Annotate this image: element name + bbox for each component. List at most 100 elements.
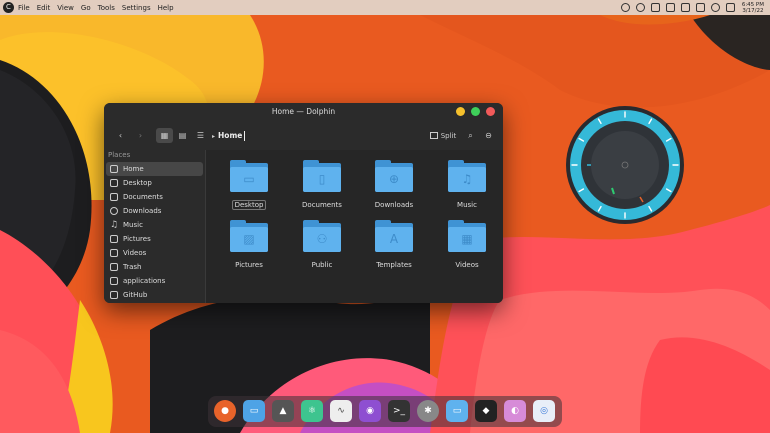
atom-icon[interactable]: ⚛: [301, 400, 323, 422]
clock-time: 6:45 PM: [741, 1, 764, 8]
folder-icon: ▭: [230, 160, 268, 192]
app-menu-logo-icon[interactable]: C: [3, 2, 14, 13]
color-picker-icon[interactable]: ◐: [504, 400, 526, 422]
sidebar-item-label: Downloads: [123, 207, 162, 215]
terminal-icon[interactable]: >_: [388, 400, 410, 422]
github-icon[interactable]: ◉: [359, 400, 381, 422]
folder-icon: ▨: [230, 220, 268, 252]
battery-icon[interactable]: [680, 3, 690, 12]
folder-label: Music: [457, 201, 477, 209]
menu-view[interactable]: View: [57, 4, 74, 12]
sidebar-item-music[interactable]: ♫ Music: [106, 218, 203, 232]
text-caret: [244, 131, 246, 141]
chromium-icon[interactable]: ◎: [533, 400, 555, 422]
info-icon[interactable]: [620, 3, 630, 12]
folder-icon: [110, 291, 118, 299]
more-icon: ⊖: [485, 131, 492, 140]
folder-public[interactable]: ⚇ Public: [291, 220, 353, 271]
back-button[interactable]: ‹: [112, 128, 129, 143]
window-titlebar[interactable]: Home — Dolphin: [104, 103, 503, 120]
analog-clock-widget[interactable]: [565, 105, 685, 225]
sidebar-item-desktop[interactable]: Desktop: [106, 176, 203, 190]
folder-templates[interactable]: A Templates: [363, 220, 425, 271]
sidebar-item-trash[interactable]: Trash: [106, 260, 203, 274]
icons-view-button[interactable]: ▦: [156, 128, 173, 143]
sidebar-item-label: Pictures: [123, 235, 151, 243]
toolbar: ‹ › ▦ ▤ ☰ ▸ Home Split ⌕ ⊖: [104, 120, 503, 150]
sidebar-item-pictures[interactable]: Pictures: [106, 232, 203, 246]
folder-videos[interactable]: ▦ Videos: [436, 220, 498, 271]
sidebar-item-github[interactable]: GitHub: [106, 288, 203, 302]
figma-icon[interactable]: ◆: [475, 400, 497, 422]
sidebar-item-label: Desktop: [123, 179, 152, 187]
breadcrumb-arrow-icon: ▸: [212, 133, 216, 140]
folder-documents[interactable]: ▯ Documents: [291, 160, 353, 211]
downloads-icon: [110, 207, 118, 215]
home-icon: [110, 165, 118, 173]
folder-downloads[interactable]: ⊕ Downloads: [363, 160, 425, 211]
sidebar-item-downloads[interactable]: Downloads: [106, 204, 203, 218]
system-monitor-icon[interactable]: ∿: [330, 400, 352, 422]
window-title: Home — Dolphin: [271, 107, 336, 116]
sidebar-item-label: Trash: [123, 263, 142, 271]
split-label: Split: [440, 132, 457, 140]
firefox-icon[interactable]: ●: [214, 400, 236, 422]
folder-pictures[interactable]: ▨ Pictures: [218, 220, 280, 271]
folder-icon[interactable]: ▭: [446, 400, 468, 422]
folder-icon: ⚇: [303, 220, 341, 252]
breadcrumb[interactable]: ▸ Home: [212, 128, 246, 143]
folder-label: Pictures: [235, 261, 263, 269]
search-button[interactable]: ⌕: [462, 128, 479, 143]
details-view-button[interactable]: ☰: [192, 128, 209, 143]
wifi-icon[interactable]: [710, 3, 720, 12]
close-button[interactable]: [486, 107, 495, 116]
forward-button[interactable]: ›: [132, 128, 149, 143]
menu-help[interactable]: Help: [158, 4, 174, 12]
split-button[interactable]: Split: [426, 128, 460, 143]
folder-label: Templates: [376, 261, 412, 269]
sidebar-item-label: Music: [123, 221, 143, 229]
folder-music[interactable]: ♫ Music: [436, 160, 498, 211]
clock-date: 3/17/22: [742, 7, 764, 14]
dock: ● ▭ ▲ ⚛ ∿ ◉ >_ ✱ ▭ ◆ ◐ ◎: [208, 396, 562, 427]
sidebar-item-applications[interactable]: applications: [106, 274, 203, 288]
folder-desktop[interactable]: ▭ Desktop: [218, 160, 280, 211]
menu-tools[interactable]: Tools: [98, 4, 115, 12]
volume-icon[interactable]: [695, 3, 705, 12]
breadcrumb-home[interactable]: Home: [218, 131, 242, 140]
sidebar-item-videos[interactable]: Videos: [106, 246, 203, 260]
places-header: Places: [108, 151, 131, 159]
compact-view-button[interactable]: ▤: [174, 128, 191, 143]
sidebar-item-documents[interactable]: Documents: [106, 190, 203, 204]
menu-go[interactable]: Go: [81, 4, 91, 12]
file-view: ▭ Desktop ▯ Documents ⊕ Downloads ♫ Musi…: [206, 150, 503, 303]
sidebar-item-label: Documents: [123, 193, 163, 201]
clipboard-icon[interactable]: [665, 3, 675, 12]
folder-icon: ♫: [448, 160, 486, 192]
sidebar-item-home[interactable]: Home: [106, 162, 203, 176]
shield-icon[interactable]: [650, 3, 660, 12]
folder-icon: A: [375, 220, 413, 252]
clock[interactable]: 6:45 PM 3/17/22: [742, 2, 764, 14]
pause-icon[interactable]: [635, 3, 645, 12]
menu-settings[interactable]: Settings: [122, 4, 151, 12]
menu-file[interactable]: File: [18, 4, 30, 12]
folder-label: Documents: [302, 201, 342, 209]
sidebar-item-label: Videos: [123, 249, 147, 257]
folder-icon: ▯: [303, 160, 341, 192]
dolphin-window: Home — Dolphin ‹ › ▦ ▤ ☰ ▸ Home Split ⌕ ⊖…: [104, 103, 503, 303]
places-sidebar: Places Home Desktop Documents Downloads …: [104, 150, 206, 303]
display-icon[interactable]: [725, 3, 735, 12]
menu-edit[interactable]: Edit: [37, 4, 51, 12]
folder-label: Downloads: [374, 201, 414, 209]
menu-button[interactable]: ⊖: [480, 128, 497, 143]
inkscape-icon[interactable]: ▲: [272, 400, 294, 422]
files-icon[interactable]: ▭: [243, 400, 265, 422]
maximize-button[interactable]: [471, 107, 480, 116]
settings-icon[interactable]: ✱: [417, 400, 439, 422]
folder-label: Desktop: [231, 200, 267, 210]
sidebar-item-label: Home: [123, 165, 144, 173]
folder-label: Public: [311, 261, 333, 269]
minimize-button[interactable]: [456, 107, 465, 116]
folder-label: Videos: [455, 261, 479, 269]
